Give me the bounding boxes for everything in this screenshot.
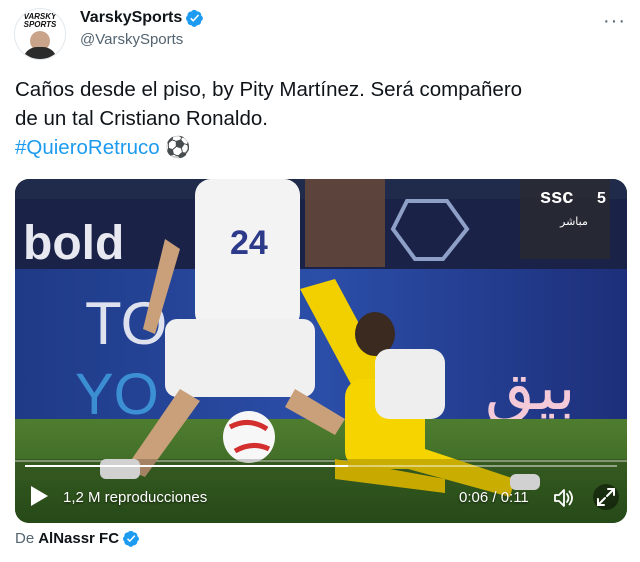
player-number: 24 bbox=[230, 224, 268, 262]
attribution-account-link[interactable]: AlNassr FC bbox=[38, 530, 119, 547]
author-name-row: VarskySports bbox=[80, 8, 204, 28]
volume-icon[interactable] bbox=[553, 487, 575, 509]
video-player[interactable]: bold TO YO بيق 24 ssc 5 مباشر 1,2 M repr… bbox=[15, 179, 627, 523]
tweet-text-line1: Caños desde el piso, by Pity Martínez. S… bbox=[15, 78, 523, 101]
ad-latin-bottom: YO bbox=[75, 362, 159, 427]
verified-badge-icon bbox=[186, 9, 204, 27]
broadcaster-logo: ssc bbox=[540, 186, 573, 208]
expand-icon[interactable] bbox=[593, 484, 619, 510]
tweet-text: Caños desde el piso, by Pity Martínez. S… bbox=[15, 75, 627, 162]
ball bbox=[223, 411, 275, 463]
video-attribution: De AlNassr FC bbox=[15, 530, 140, 547]
board-brand-text: bold bbox=[23, 217, 124, 270]
soccer-ball-emoji: ⚽ bbox=[165, 136, 191, 159]
author-handle[interactable]: @VarskySports bbox=[80, 31, 183, 48]
view-count: 1,2 M reproducciones bbox=[63, 489, 208, 506]
verified-badge-icon bbox=[123, 530, 139, 547]
broadcaster-channel: 5 bbox=[597, 190, 606, 207]
hashtag-link[interactable]: #QuieroRetruco bbox=[15, 136, 160, 159]
video-time: 0:06 / 0:11 bbox=[459, 489, 529, 506]
avatar-body bbox=[23, 47, 57, 59]
ad-arabic-text: بيق bbox=[485, 351, 576, 425]
live-label: مباشر bbox=[559, 215, 588, 228]
tweet-text-line2: de un tal Cristiano Ronaldo. bbox=[15, 107, 268, 130]
progress-bar[interactable] bbox=[25, 465, 617, 467]
author-avatar[interactable]: VARSKY SPORTS bbox=[14, 8, 66, 60]
tweet-hashtag-line: #QuieroRetruco ⚽ bbox=[15, 133, 627, 162]
more-options-icon[interactable]: ··· bbox=[603, 10, 626, 33]
progress-fill bbox=[25, 465, 348, 467]
author-display-name[interactable]: VarskySports bbox=[80, 8, 182, 28]
avatar-logo: VARSKY SPORTS bbox=[15, 13, 65, 29]
attribution-prefix: De bbox=[15, 530, 35, 547]
avatar-logo-line2: SPORTS bbox=[23, 20, 57, 29]
video-frame: bold TO YO بيق 24 ssc 5 مباشر bbox=[15, 179, 627, 523]
play-icon[interactable] bbox=[29, 485, 49, 507]
